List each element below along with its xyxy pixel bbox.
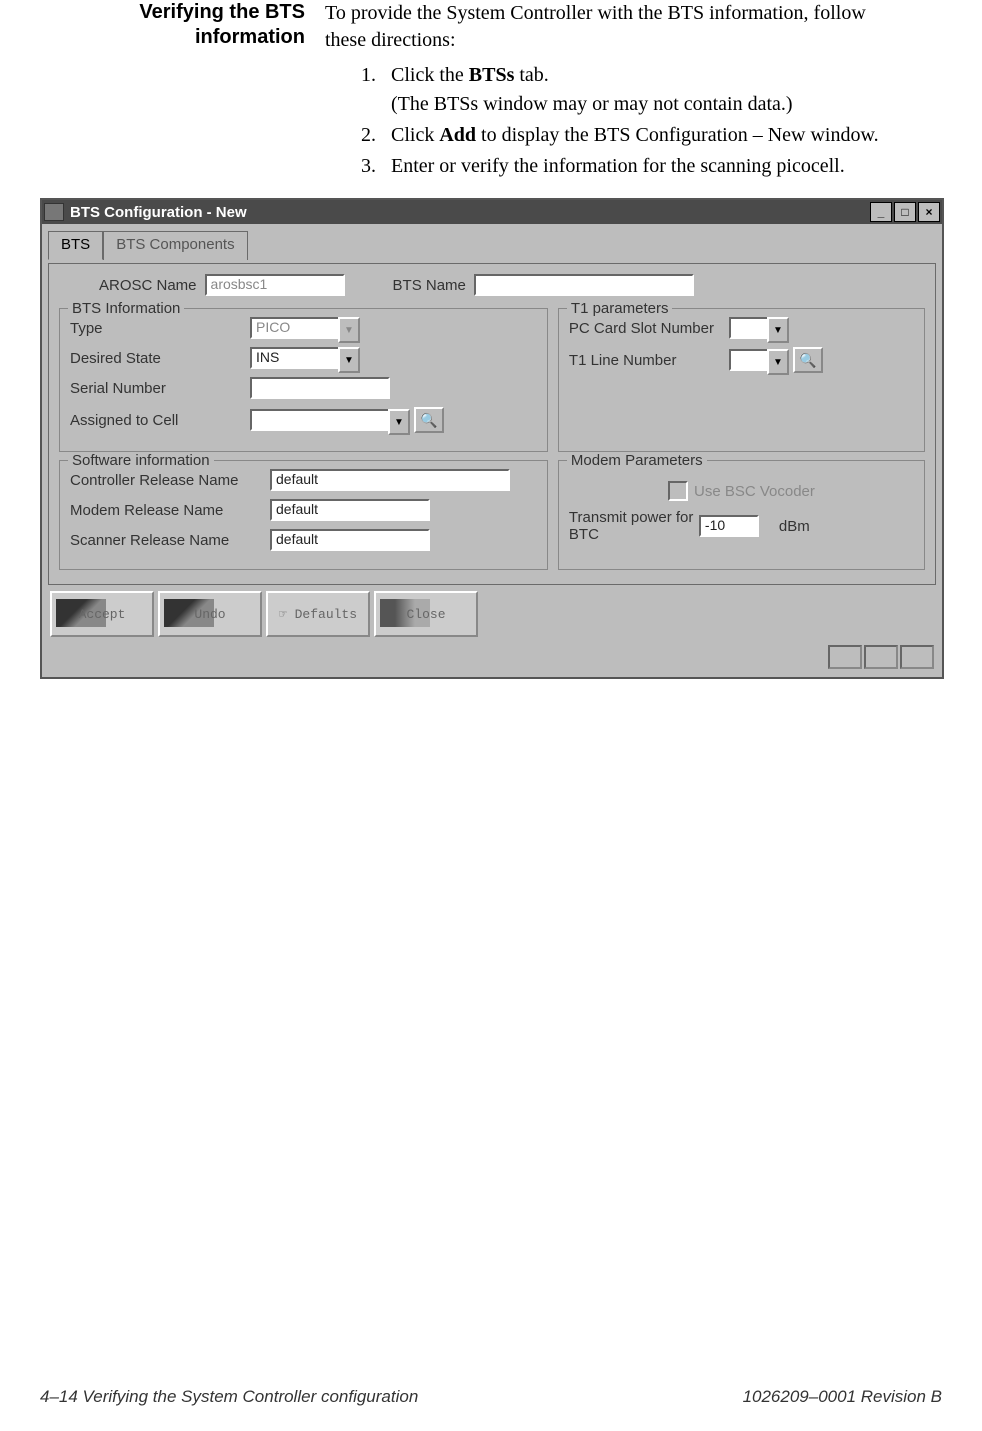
step-2: Click Add to display the BTS Configurati… <box>381 122 902 149</box>
footer-right: 1026209–0001 Revision B <box>743 1387 942 1407</box>
maximize-button[interactable]: □ <box>894 202 916 222</box>
desired-state-label: Desired State <box>70 350 250 367</box>
type-label: Type <box>70 320 250 337</box>
bts-info-legend: BTS Information <box>68 300 184 317</box>
close-window-button[interactable]: × <box>918 202 940 222</box>
step-1-sub: (The BTSs window may or may not contain … <box>391 91 902 118</box>
tab-bts-components[interactable]: BTS Components <box>103 231 247 260</box>
status-cell <box>900 645 934 669</box>
status-cell <box>828 645 862 669</box>
pc-card-slot-label: PC Card Slot Number <box>569 320 729 337</box>
use-bsc-vocoder-label: Use BSC Vocoder <box>694 483 815 500</box>
accept-button[interactable]: Accept <box>50 591 154 637</box>
search-icon[interactable]: 🔍 <box>793 347 823 373</box>
controller-release-label: Controller Release Name <box>70 472 270 489</box>
scanner-release-field[interactable]: default <box>270 529 430 551</box>
status-bar <box>48 643 936 671</box>
step-3: Enter or verify the information for the … <box>381 153 902 180</box>
modem-release-label: Modem Release Name <box>70 502 270 519</box>
t1-parameters-group: T1 parameters PC Card Slot Number ▼ T1 L… <box>558 308 925 452</box>
software-information-group: Software information Controller Release … <box>59 460 548 570</box>
use-bsc-vocoder-checkbox <box>668 481 688 501</box>
serial-number-label: Serial Number <box>70 380 250 397</box>
modem-parameters-group: Modem Parameters Use BSC Vocoder Transmi… <box>558 460 925 570</box>
sw-info-legend: Software information <box>68 452 214 469</box>
minimize-button[interactable]: _ <box>870 202 892 222</box>
modem-release-field[interactable]: default <box>270 499 430 521</box>
scanner-release-label: Scanner Release Name <box>70 532 270 549</box>
controller-release-field[interactable]: default <box>270 469 510 491</box>
t1-legend: T1 parameters <box>567 300 673 317</box>
chevron-down-icon[interactable]: ▼ <box>388 409 410 435</box>
window-icon <box>44 203 64 221</box>
defaults-button[interactable]: ☞ Defaults <box>266 591 370 637</box>
intro-text: To provide the System Controller with th… <box>325 0 902 54</box>
assigned-to-cell-label: Assigned to Cell <box>70 412 250 429</box>
bts-name-label: BTS Name <box>393 277 466 294</box>
arosc-name-field[interactable]: arosbsc1 <box>205 274 345 296</box>
step-1: Click the BTSs tab. (The BTSs window may… <box>381 62 902 118</box>
undo-button[interactable]: Undo <box>158 591 262 637</box>
transmit-power-field[interactable]: -10 <box>699 515 759 537</box>
search-icon[interactable]: 🔍 <box>414 407 444 433</box>
section-heading: Verifying the BTSinformation <box>40 0 325 184</box>
modem-params-legend: Modem Parameters <box>567 452 707 469</box>
arosc-name-label: AROSC Name <box>99 277 197 294</box>
close-button[interactable]: Close <box>374 591 478 637</box>
bts-name-field[interactable] <box>474 274 694 296</box>
chevron-down-icon[interactable]: ▼ <box>767 349 789 375</box>
footer-left: 4–14 Verifying the System Controller con… <box>40 1387 418 1407</box>
window-title: BTS Configuration - New <box>70 204 247 221</box>
bts-config-window: BTS Configuration - New _ □ × BTS BTS Co… <box>40 198 944 679</box>
bts-information-group: BTS Information Type PICO▼ Desired State… <box>59 308 548 452</box>
chevron-down-icon[interactable]: ▼ <box>767 317 789 343</box>
status-cell <box>864 645 898 669</box>
assigned-to-cell-field[interactable] <box>250 409 410 431</box>
t1-line-number-label: T1 Line Number <box>569 352 729 369</box>
serial-number-field[interactable] <box>250 377 390 399</box>
transmit-power-unit: dBm <box>779 518 810 535</box>
transmit-power-label: Transmit power for BTC <box>569 509 699 543</box>
tab-bts[interactable]: BTS <box>48 231 103 260</box>
chevron-down-icon[interactable]: ▼ <box>338 347 360 373</box>
chevron-down-icon: ▼ <box>338 317 360 343</box>
